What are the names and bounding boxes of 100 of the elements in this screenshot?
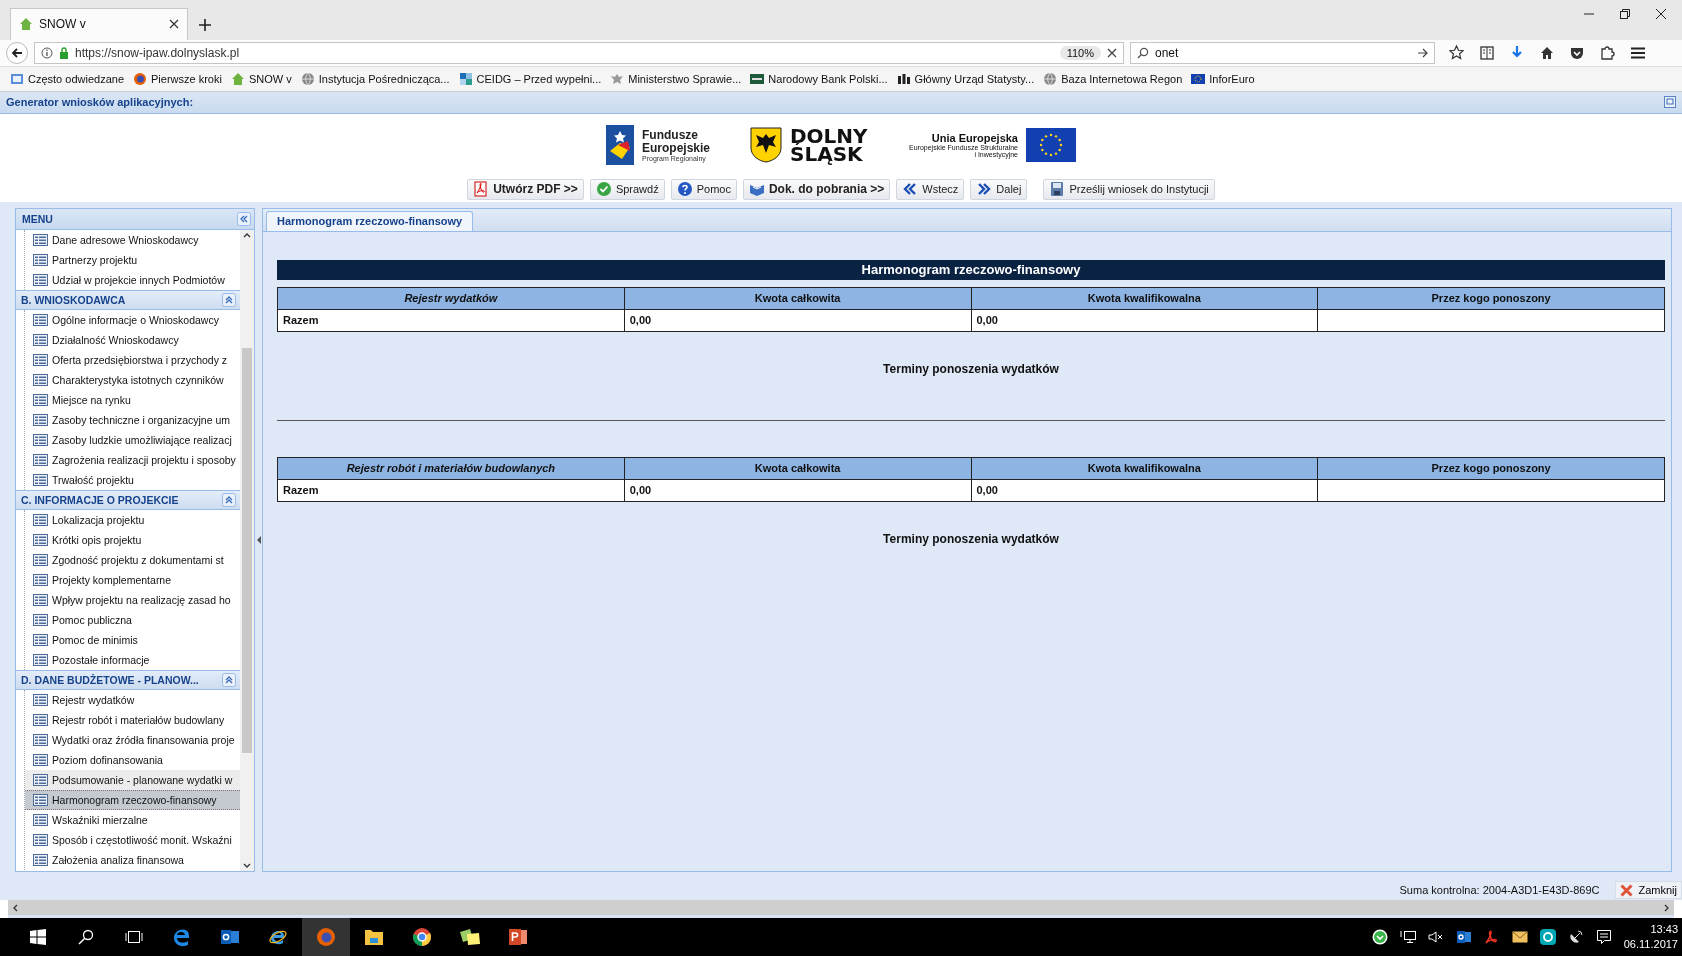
menu-item[interactable]: Charakterystyka istotnych czynników	[25, 369, 240, 390]
document-icon[interactable]	[1483, 929, 1500, 945]
menu-item[interactable]: Pomoc publiczna	[25, 609, 240, 630]
browser-logo-icon[interactable]	[316, 927, 336, 947]
star-icon[interactable]	[1449, 45, 1464, 61]
folder-icon[interactable]	[364, 928, 384, 946]
muted-speaker-icon[interactable]	[1427, 930, 1444, 944]
back-button[interactable]	[6, 41, 28, 64]
menu-item[interactable]: Sposób i częstotliwość monit. Wskaźni	[25, 829, 240, 850]
arrow-right-icon[interactable]	[1418, 47, 1428, 58]
zoom-indicator[interactable]: 110%	[1059, 45, 1101, 60]
bookmark-link[interactable]: InforEuro	[1191, 71, 1255, 86]
bookmark-link[interactable]: Pierwsze kroki	[133, 71, 222, 86]
menu-item[interactable]: Udział w projekcie innych Podmiotów	[25, 269, 240, 290]
close-icon[interactable]	[169, 19, 179, 30]
menu-item[interactable]: Ogólne informacje o Wnioskodawcy	[25, 309, 240, 330]
network-icon[interactable]	[1399, 930, 1416, 944]
menu-item[interactable]: Trwałość projektu	[25, 469, 240, 490]
toolbar-button[interactable]: Dalej	[970, 178, 1028, 200]
toolbar-button[interactable]: Prześlij wniosek do Instytucji	[1043, 178, 1215, 200]
menu-item[interactable]: Wydatki oraz źródła finansowania proje	[25, 729, 240, 750]
shield-e-icon[interactable]	[1539, 929, 1556, 945]
download-icon[interactable]	[1510, 45, 1524, 60]
menu-item[interactable]: Projekty komplementarne	[25, 569, 240, 590]
pocket-icon[interactable]	[1570, 45, 1584, 60]
toolbar-button[interactable]: Sprawdź	[589, 178, 665, 200]
bookmark-link[interactable]: Baza Internetowa Regon	[1043, 71, 1183, 86]
form-icon	[33, 733, 48, 746]
bookmark-link[interactable]: Często odwiedzane	[10, 71, 124, 86]
menu-item[interactable]: Podsumowanie - planowane wydatki w	[25, 769, 240, 790]
bookmark-link[interactable]: Narodowy Bank Polski...	[750, 71, 888, 86]
puzzle-icon[interactable]	[1600, 45, 1615, 61]
sticky-notes-icon[interactable]	[459, 928, 481, 946]
menu-item[interactable]: Harmonogram rzeczowo-finansowy	[25, 789, 240, 810]
slides-app-icon[interactable]	[508, 927, 528, 947]
window-restore-icon[interactable]	[1664, 96, 1676, 109]
menu-item[interactable]: Poziom dofinansowania	[25, 749, 240, 770]
chevron-up-icon[interactable]	[243, 231, 251, 238]
clear-icon[interactable]	[1107, 47, 1117, 58]
menu-item[interactable]: Wskaźniki mierzalne	[25, 809, 240, 830]
bookmark-link[interactable]: Instytucja Pośrednicząca...	[300, 71, 450, 86]
menu-item[interactable]: Zgodność projektu z dokumentami st	[25, 549, 240, 570]
bookmark-link[interactable]: Ministerstwo Sprawie...	[610, 71, 742, 86]
toolbar-button[interactable]: Wstecz	[896, 178, 965, 200]
search-icon[interactable]	[78, 929, 94, 945]
menu-item[interactable]: Zasoby ludzkie umożliwiające realizacj	[25, 429, 240, 450]
home-icon[interactable]	[1540, 45, 1554, 60]
new-tab-icon[interactable]	[198, 17, 212, 32]
chevron-right-icon[interactable]	[1664, 903, 1670, 912]
restore-icon[interactable]	[1620, 8, 1630, 19]
menu-item[interactable]: Krótki opis projektu	[25, 529, 240, 550]
scrollbar[interactable]	[240, 229, 254, 872]
menu-item[interactable]: Lokalizacja projektu	[25, 509, 240, 530]
collapse-icon[interactable]	[237, 211, 251, 226]
chevron-down-icon[interactable]	[243, 863, 251, 870]
mail-app-icon[interactable]	[220, 927, 240, 947]
collapse-icon[interactable]	[222, 672, 236, 687]
scrollbar[interactable]	[8, 900, 1674, 918]
menu-item[interactable]: Rejestr robót i materiałów budowlany	[25, 709, 240, 730]
menu-item[interactable]: Rejestr wydatków	[25, 689, 240, 710]
task-view-icon[interactable]	[125, 930, 143, 944]
menu-item[interactable]: Zasoby techniczne i organizacyjne um	[25, 409, 240, 430]
close-icon[interactable]	[1656, 8, 1666, 19]
menu-item[interactable]: Partnerzy projektu	[25, 249, 240, 270]
browser-tab[interactable]: SNOW v	[10, 7, 188, 40]
address-bar[interactable]: https://snow-ipaw.dolnyslask.pl 110%	[34, 41, 1124, 64]
menu-icon[interactable]	[1631, 46, 1645, 59]
menu-item[interactable]: Pomoc de minimis	[25, 629, 240, 650]
bookmark-link[interactable]: Główny Urząd Statysty...	[896, 71, 1035, 86]
close-button[interactable]: Zamknij	[1615, 881, 1682, 900]
bookmark-link[interactable]: CEIDG – Przed wypełni...	[458, 71, 602, 86]
chat-bubble-icon[interactable]	[1371, 929, 1388, 945]
bookmark-link[interactable]: SNOW v	[230, 71, 292, 86]
mail-app-icon[interactable]	[1455, 929, 1472, 945]
toolbar-button[interactable]: Dok. do pobrania >>	[742, 178, 891, 200]
collapse-icon[interactable]	[222, 292, 236, 307]
menu-item[interactable]: Wpływ projektu na realizację zasad ho	[25, 589, 240, 610]
round-logo-icon[interactable]	[412, 927, 432, 947]
envelope-icon[interactable]	[1511, 931, 1528, 943]
search-field[interactable]: onet	[1130, 41, 1435, 64]
chevron-left-icon[interactable]	[12, 903, 18, 912]
menu-item[interactable]: Pozostałe informacje	[25, 649, 240, 670]
toolbar-button[interactable]: Pomoc	[670, 178, 737, 200]
info-icon[interactable]	[41, 46, 53, 59]
notification-icon[interactable]	[1595, 929, 1612, 945]
clock-time[interactable]: 13:43	[1623, 922, 1678, 937]
menu-item[interactable]: Miejsce na rynku	[25, 389, 240, 410]
menu-item[interactable]: Założenia analiza finansowa	[25, 849, 240, 870]
reading-list-icon[interactable]	[1480, 45, 1494, 60]
content-tab[interactable]: Harmonogram rzeczowo-finansowy	[266, 210, 474, 231]
clock-date[interactable]: 06.11.2017	[1623, 937, 1678, 952]
letter-e-logo-icon[interactable]	[172, 927, 192, 947]
satellite-icon[interactable]	[1567, 929, 1584, 945]
toolbar-button[interactable]: Utwórz PDF >>	[467, 178, 584, 200]
collapse-icon[interactable]	[222, 492, 236, 507]
menu-item[interactable]: Oferta przedsiębiorstwa i przychody z	[25, 349, 240, 370]
menu-item[interactable]: Dane adresowe Wnioskodawcy	[25, 229, 240, 250]
menu-item[interactable]: Działalność Wnioskodawcy	[25, 329, 240, 350]
windows-logo-icon[interactable]	[30, 929, 46, 945]
menu-item[interactable]: Zagrożenia realizacji projektu i sposoby	[25, 449, 240, 470]
